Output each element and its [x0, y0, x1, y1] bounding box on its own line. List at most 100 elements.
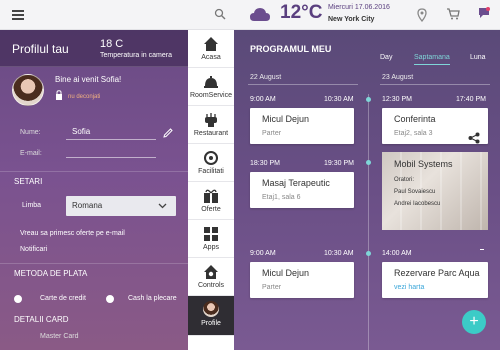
event-end-time: 17:40 PM: [456, 96, 486, 103]
current-date: Miercuri 17.06.2016: [328, 4, 390, 11]
offers-icon: [204, 189, 218, 203]
profile-header: Profilul tau 18 C Temperatura in camera: [0, 30, 188, 67]
email-label: E-mail:: [20, 150, 42, 157]
nav-label-restaurant: Restaurant: [193, 130, 229, 137]
nav-item-oferte[interactable]: Oferte: [188, 182, 234, 220]
welcome-message: Bine ai venit Sofia!: [55, 75, 122, 84]
event-start-time: 12:30 PM: [382, 96, 412, 103]
notifications-option[interactable]: Notificari: [20, 246, 47, 253]
language-value: Romana: [72, 201, 103, 210]
room-temperature: 18 C: [100, 38, 124, 50]
nav-item-acasa[interactable]: Acasa: [188, 30, 234, 68]
event-title: Conferinta: [394, 114, 436, 124]
speaker-name: Paul Sovaiescu: [394, 189, 436, 195]
nav-label-roomservice: RoomService: [189, 92, 232, 99]
settings-heading: SETARI: [0, 171, 188, 189]
event-card[interactable]: Micul Dejun Parter: [250, 108, 354, 144]
nav-label-oferte: Oferte: [201, 206, 221, 213]
event-location: Etaj2, sala 3: [394, 130, 433, 137]
payment-cash-label: Cash la plecare: [128, 295, 177, 302]
search-icon[interactable]: [214, 8, 226, 20]
master-card-label[interactable]: Master Card: [40, 333, 79, 340]
program-panel: PROGRAMUL MEU Day Saptamana Luna 22 Augu…: [234, 30, 500, 350]
event-title: Rezervare Parc Aqua: [394, 268, 480, 278]
avatar[interactable]: [12, 74, 44, 106]
timeline-dot: [366, 251, 371, 256]
radio-cash[interactable]: [106, 295, 114, 303]
card-details-heading: DETALII CARD: [14, 315, 69, 324]
event-location: Parter: [262, 130, 282, 137]
restaurant-icon: [205, 113, 217, 127]
payment-heading: METODA DE PLATA: [0, 263, 188, 281]
event-start-time: 14:00 AM: [382, 250, 412, 257]
event-location: Etaj1, sala 6: [262, 194, 301, 201]
profile-title: Profilul tau: [12, 42, 69, 56]
radio-credit-card[interactable]: [14, 295, 22, 303]
cart-icon[interactable]: [446, 8, 460, 20]
program-title: PROGRAMUL MEU: [250, 44, 332, 54]
language-label: Limba: [22, 202, 42, 209]
side-navigation: Acasa RoomService Restaurant Facilitati …: [188, 30, 234, 350]
top-bar: 12°C Miercuri 17.06.2016 New York City: [0, 0, 500, 30]
timeline-dot: [366, 160, 371, 165]
tab-luna[interactable]: Luna: [470, 54, 486, 61]
event-location: Parter: [262, 284, 282, 291]
lock-icon: [56, 90, 62, 100]
timeline-dot: [366, 97, 371, 102]
chevron-down-icon: [158, 203, 167, 209]
event-title: Micul Dejun: [262, 114, 310, 124]
event-image-card[interactable]: Mobil Systems Oratori: Paul Sovaiescu An…: [382, 152, 488, 230]
event-card[interactable]: Masaj Terapeutic Etaj1, sala 6: [250, 172, 354, 208]
name-field[interactable]: Sofia: [72, 127, 90, 136]
email-underline: [66, 157, 156, 158]
city-name: New York City: [328, 16, 375, 23]
logout-link[interactable]: nu deconjati: [68, 94, 100, 100]
timeline-line: [368, 94, 369, 350]
event-card[interactable]: Micul Dejun Parter: [250, 262, 354, 298]
event-card[interactable]: Conferinta Etaj2, sala 3: [382, 108, 488, 144]
edit-pencil-icon[interactable]: [163, 128, 173, 138]
event-end-time: 10:30 AM: [324, 250, 354, 257]
payment-card-label: Carte de credit: [40, 295, 86, 302]
location-pin-icon[interactable]: [416, 8, 428, 22]
date-header-right: 23 August: [382, 74, 414, 81]
nav-item-controls[interactable]: Controls: [188, 258, 234, 296]
nav-item-facilitati[interactable]: Facilitati: [188, 144, 234, 182]
nav-label-acasa: Acasa: [201, 54, 221, 61]
home-icon: [204, 37, 218, 51]
add-event-button[interactable]: +: [462, 310, 486, 334]
room-service-icon: [204, 76, 218, 88]
event-start-time: 18:30 PM: [250, 160, 280, 167]
controls-icon: [204, 265, 218, 279]
language-select[interactable]: Romana: [66, 196, 176, 216]
chat-icon[interactable]: [478, 7, 490, 19]
share-icon[interactable]: [468, 132, 480, 144]
offers-option[interactable]: Vreau sa primesc oferte pe e-mail: [20, 230, 125, 237]
nav-label-facilitati: Facilitati: [198, 168, 224, 175]
menu-icon[interactable]: [12, 10, 24, 20]
date-header-left: 22 August: [250, 74, 282, 81]
event-end-time: 10:30 AM: [324, 96, 354, 103]
scroll-indicator: [480, 249, 484, 250]
event-card[interactable]: Rezervare Parc Aqua vezi harta: [382, 262, 488, 298]
view-map-link[interactable]: vezi harta: [394, 284, 424, 291]
profile-panel: Profilul tau 18 C Temperatura in camera …: [0, 30, 188, 350]
nav-label-profile: Profile: [201, 320, 221, 327]
speakers-label: Oratori:: [394, 177, 415, 183]
event-start-time: 9:00 AM: [250, 96, 276, 103]
nav-label-apps: Apps: [203, 244, 219, 251]
nav-item-roomservice[interactable]: RoomService: [188, 68, 234, 106]
temperature: 12°C: [280, 2, 323, 23]
speaker-name: Andrei Iacobescu: [394, 201, 441, 207]
tab-day[interactable]: Day: [380, 54, 392, 61]
profile-avatar: [203, 301, 219, 317]
nav-item-restaurant[interactable]: Restaurant: [188, 106, 234, 144]
nav-item-apps[interactable]: Apps: [188, 220, 234, 258]
event-start-time: 9:00 AM: [250, 250, 276, 257]
event-title: Mobil Systems: [394, 159, 453, 169]
nav-item-profile[interactable]: Profile: [188, 296, 234, 336]
tab-saptamana[interactable]: Saptamana: [414, 54, 450, 65]
event-title: Micul Dejun: [262, 268, 310, 278]
room-temperature-label: Temperatura in camera: [100, 52, 172, 59]
date-divider-left: [248, 84, 358, 85]
